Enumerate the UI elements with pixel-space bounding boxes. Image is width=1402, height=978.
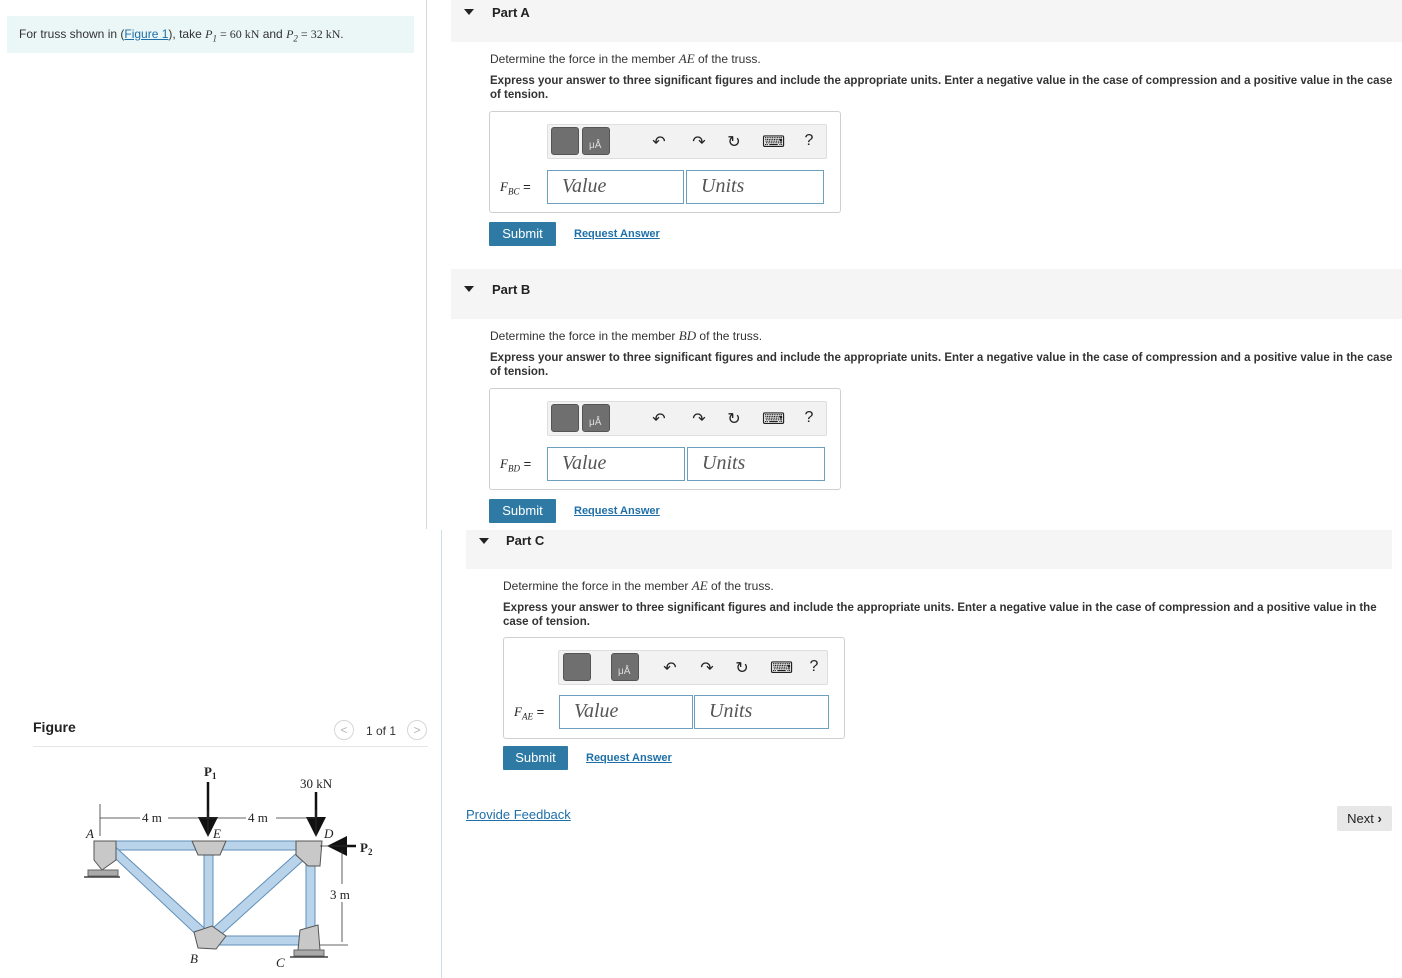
- part-b-toolbar: μÅ ↶ ↷ ↻ ⌨ ?: [547, 401, 827, 436]
- figure-divider: [33, 746, 428, 747]
- column-divider: [426, 0, 427, 529]
- part-c-variable: FAE =: [514, 704, 545, 722]
- label-dim-4m-a: 4 m: [142, 810, 162, 825]
- keyboard-icon[interactable]: ⌨: [770, 658, 793, 678]
- support-A-base: [87, 869, 119, 877]
- figure-next-button[interactable]: >: [407, 720, 427, 740]
- part-b-variable: FBD =: [500, 456, 532, 474]
- templates-icon[interactable]: [563, 653, 591, 681]
- part-b-submit-button[interactable]: Submit: [489, 499, 556, 523]
- units-icon[interactable]: μÅ: [582, 127, 610, 155]
- p1-value: = 60 kN: [216, 27, 260, 41]
- part-c-request-answer-link[interactable]: Request Answer: [586, 752, 672, 764]
- problem-prefix: For truss shown in (: [19, 27, 125, 41]
- label-dim-4m-b: 4 m: [248, 810, 268, 825]
- label-C: C: [276, 955, 285, 970]
- support-C-base: [293, 949, 325, 957]
- figure-prev-button[interactable]: <: [334, 720, 354, 740]
- part-b-request-answer-link[interactable]: Request Answer: [574, 505, 660, 517]
- figure-title: Figure: [33, 719, 76, 735]
- part-b-instructions: Express your answer to three significant…: [490, 352, 1393, 378]
- column-divider-lower: [441, 530, 442, 978]
- units-icon[interactable]: μÅ: [582, 404, 610, 432]
- undo-icon[interactable]: ↶: [650, 132, 668, 152]
- truss-figure: P1 30 kN P2 4 m 4 m 3 m A E D B C: [84, 764, 373, 970]
- part-c-value-input[interactable]: Value: [559, 695, 693, 729]
- part-c-submit-button[interactable]: Submit: [503, 746, 568, 770]
- templates-icon[interactable]: [551, 404, 579, 432]
- part-a-value-input[interactable]: Value: [547, 170, 684, 204]
- problem-mid: ), take: [168, 27, 206, 41]
- part-b-question: Determine the force in the member BD of …: [490, 328, 763, 343]
- part-c-units-input[interactable]: Units: [694, 695, 829, 729]
- keyboard-icon[interactable]: ⌨: [762, 409, 785, 429]
- label-P2: P2: [360, 840, 373, 857]
- part-c-header[interactable]: [466, 530, 1392, 569]
- help-icon[interactable]: ?: [800, 409, 818, 427]
- label-D: D: [323, 826, 334, 841]
- part-c-title: Part C: [506, 533, 545, 548]
- redo-icon[interactable]: ↷: [690, 409, 708, 429]
- label-dim-3m: 3 m: [330, 887, 350, 902]
- part-a-submit-button[interactable]: Submit: [489, 222, 556, 246]
- part-a-title: Part A: [492, 5, 530, 20]
- gusset-E: [191, 840, 227, 856]
- templates-icon[interactable]: [551, 127, 579, 155]
- part-b-units-input[interactable]: Units: [687, 447, 825, 481]
- p2-value: = 32 kN.: [297, 27, 344, 41]
- part-c-question: Determine the force in the member AE of …: [503, 578, 774, 593]
- undo-icon[interactable]: ↶: [650, 409, 668, 429]
- part-b-header[interactable]: [451, 269, 1402, 319]
- gusset-C: [297, 924, 321, 951]
- label-B: B: [190, 951, 198, 966]
- chevron-right-icon: ›: [1377, 811, 1382, 826]
- problem-statement: For truss shown in (Figure 1), take P1 =…: [7, 16, 414, 53]
- reset-icon[interactable]: ↻: [725, 409, 743, 429]
- provide-feedback-link[interactable]: Provide Feedback: [466, 807, 571, 822]
- reset-icon[interactable]: ↻: [733, 658, 751, 678]
- next-button[interactable]: Next ›: [1337, 806, 1392, 831]
- member-AB: [101, 841, 214, 944]
- label-30kN: 30 kN: [300, 776, 333, 791]
- redo-icon[interactable]: ↷: [690, 132, 708, 152]
- part-b-collapse-icon[interactable]: [464, 286, 474, 292]
- part-a-toolbar: μÅ ↶ ↷ ↻ ⌨ ?: [547, 124, 827, 159]
- part-a-collapse-icon[interactable]: [464, 9, 474, 15]
- figure-link[interactable]: Figure 1: [124, 27, 168, 41]
- label-P1: P1: [204, 764, 217, 781]
- label-E: E: [212, 826, 221, 841]
- part-b-value-input[interactable]: Value: [547, 447, 685, 481]
- part-a-variable: FBC =: [500, 179, 531, 197]
- figure-pager: 1 of 1: [366, 724, 397, 738]
- problem-and: and: [259, 27, 287, 41]
- help-icon[interactable]: ?: [805, 658, 823, 676]
- help-icon[interactable]: ?: [800, 132, 818, 150]
- next-label: Next: [1347, 811, 1374, 826]
- part-a-units-input[interactable]: Units: [686, 170, 824, 204]
- label-A: A: [85, 826, 94, 841]
- part-c-instructions: Express your answer to three significant…: [503, 602, 1377, 628]
- part-a-header[interactable]: [451, 0, 1402, 42]
- reset-icon[interactable]: ↻: [725, 132, 743, 152]
- gusset-A: [93, 840, 117, 871]
- part-a-request-answer-link[interactable]: Request Answer: [574, 228, 660, 240]
- part-c-toolbar: μÅ ↶ ↷ ↻ ⌨ ?: [558, 650, 828, 685]
- undo-icon[interactable]: ↶: [661, 658, 679, 678]
- p2-variable: P2: [286, 27, 298, 44]
- part-c-collapse-icon[interactable]: [479, 538, 489, 544]
- redo-icon[interactable]: ↷: [698, 658, 716, 678]
- keyboard-icon[interactable]: ⌨: [762, 132, 785, 152]
- part-b-title: Part B: [492, 282, 531, 297]
- part-a-instructions: Express your answer to three significant…: [490, 75, 1393, 101]
- units-icon[interactable]: μÅ: [611, 653, 639, 681]
- part-a-question: Determine the force in the member AE of …: [490, 51, 761, 66]
- p1-variable: P1: [205, 27, 217, 44]
